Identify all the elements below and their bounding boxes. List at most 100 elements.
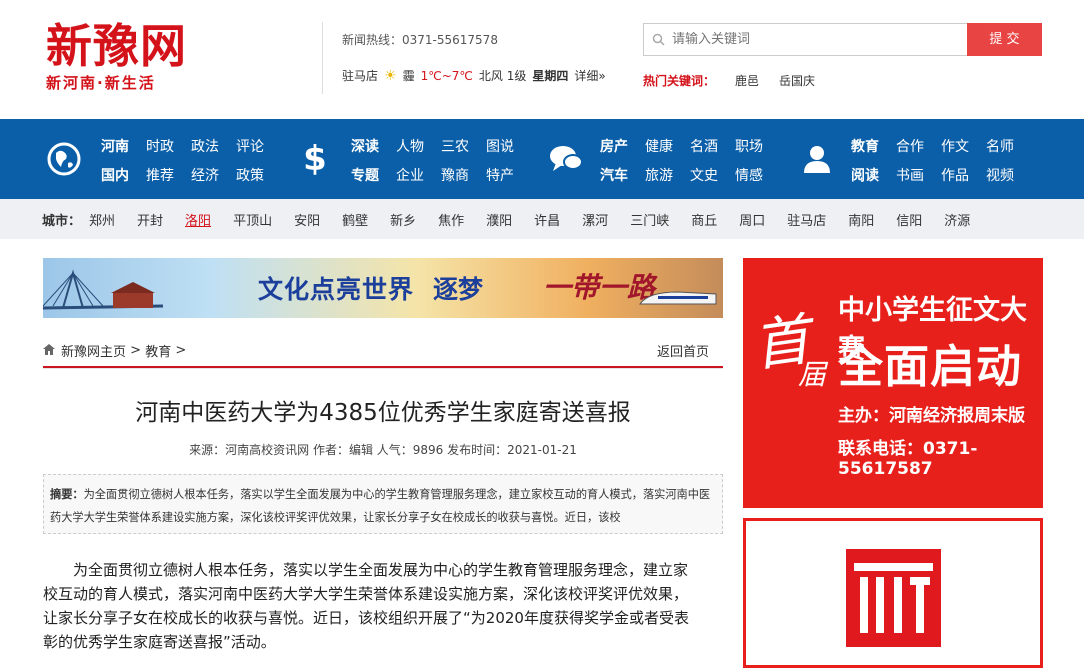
banner-text-primary: 文化点亮世界 (258, 275, 415, 304)
nav-link[interactable]: 企业 (396, 165, 441, 185)
breadcrumb: 新豫网主页 > 教育 > 返回首页 (43, 341, 723, 360)
nav-link[interactable]: 三农 (441, 136, 486, 156)
city-link[interactable]: 漯河 (582, 210, 608, 229)
city-link-active[interactable]: 洛阳 (185, 210, 211, 229)
city-link[interactable]: 南阳 (848, 210, 874, 229)
breadcrumb-separator: > (126, 343, 146, 358)
city-link[interactable]: 三门峡 (630, 210, 669, 229)
news-hotline: 新闻热线：0371-55617578 (342, 33, 498, 47)
nav-link[interactable]: 评论 (236, 136, 281, 156)
breadcrumb-home-link[interactable]: 新豫网主页 (61, 341, 126, 360)
ad-headline: 全面启动 (838, 340, 1023, 393)
city-link[interactable]: 安阳 (294, 210, 320, 229)
city-link[interactable]: 新乡 (390, 210, 416, 229)
nav-link[interactable]: 名师 (986, 136, 1031, 156)
ad-logo-graphic (846, 549, 941, 647)
nav-link[interactable]: 时政 (146, 136, 191, 156)
nav-link[interactable]: 深读 (351, 136, 396, 156)
train-graphic (639, 291, 717, 305)
home-icon (43, 343, 55, 358)
city-link[interactable]: 许昌 (534, 210, 560, 229)
nav-link[interactable]: 旅游 (645, 165, 690, 185)
search-icon (652, 33, 666, 47)
logo-main-text: 新豫网 (46, 19, 187, 73)
city-bar-label: 城市： (42, 213, 82, 229)
nav-link[interactable]: 河南 (101, 136, 146, 156)
back-home-link[interactable]: 返回首页 (657, 341, 709, 360)
city-link[interactable]: 鹤壁 (342, 210, 368, 229)
search-input[interactable] (672, 32, 952, 47)
city-link[interactable]: 济源 (944, 210, 970, 229)
hot-keyword-link[interactable]: 岳国庆 (779, 72, 815, 89)
summary-label: 摘要： (50, 488, 84, 501)
nav-link[interactable]: 豫商 (441, 165, 486, 185)
nav-group-life: 房产 健康 名酒 职场 汽车 旅游 文史 情感 (548, 119, 778, 199)
city-link[interactable]: 平顶山 (233, 210, 272, 229)
site-header: 新豫网 新河南·新生活 新闻热线：0371-55617578 驻马店 ☀ 霾 1… (0, 0, 1084, 119)
summary-text: 为全面贯彻立德树人根本任务，落实以学生全面发展为中心的学生教育管理服务理念，建立… (50, 488, 711, 524)
essay-contest-ad[interactable]: 首 届 中小学生征文大赛 全面启动 主办：河南经济报周末版 联系电话：0371-… (743, 258, 1043, 508)
breadcrumb-section-link[interactable]: 教育 (145, 341, 171, 360)
weather-city: 驻马店 (342, 69, 379, 83)
nav-group-education: 教育 合作 作文 名师 阅读 书画 作品 视频 (799, 119, 1039, 199)
nav-link[interactable]: 名酒 (690, 136, 735, 156)
nav-link[interactable]: 教育 (851, 136, 896, 156)
nav-link[interactable]: 特产 (486, 165, 531, 185)
nav-link[interactable]: 专题 (351, 165, 396, 185)
secondary-ad[interactable] (743, 518, 1043, 668)
breadcrumb-separator: > (171, 343, 187, 358)
header-divider (322, 22, 323, 94)
city-bar: 城市： 郑州 开封 洛阳 平顶山 安阳 鹤壁 新乡 焦作 濮阳 许昌 漯河 三门… (0, 199, 1084, 239)
nav-link[interactable]: 汽车 (600, 165, 645, 185)
nav-link[interactable]: 合作 (896, 136, 941, 156)
nav-link[interactable]: 经济 (191, 165, 236, 185)
nav-link[interactable]: 作品 (941, 165, 986, 185)
nav-link[interactable]: 政策 (236, 165, 281, 185)
nav-link[interactable]: 图说 (486, 136, 531, 156)
city-link[interactable]: 郑州 (89, 210, 115, 229)
hot-keywords: 热门关键词： 鹿邑 岳国庆 (643, 72, 815, 89)
nav-link[interactable]: 情感 (735, 165, 780, 185)
site-logo[interactable]: 新豫网 新河南·新生活 (46, 18, 226, 93)
weather-condition: 霾 (402, 69, 415, 83)
nav-link[interactable]: 政法 (191, 136, 236, 156)
nav-link[interactable]: 国内 (101, 165, 146, 185)
article-summary: 摘要：为全面贯彻立德树人根本任务，落实以学生全面发展为中心的学生教育管理服务理念… (43, 474, 723, 534)
article-title: 河南中医药大学为4385位优秀学生家庭寄送喜报 (135, 400, 631, 426)
hot-keyword-link[interactable]: 鹿邑 (735, 72, 759, 89)
search-submit-button[interactable]: 提 交 (967, 23, 1042, 56)
nav-link[interactable]: 推荐 (146, 165, 191, 185)
nav-link[interactable]: 书画 (896, 165, 941, 185)
ad-calligraphy-secondary: 届 (798, 358, 827, 391)
weather-temperature: 1℃~7℃ (420, 68, 473, 83)
search-box (643, 23, 968, 56)
nav-link[interactable]: 视频 (986, 165, 1031, 185)
ad-host: 主办：河南经济报周末版 (838, 406, 1025, 426)
city-link[interactable]: 信阳 (896, 210, 922, 229)
weather-widget: 驻马店 ☀ 霾 1℃~7℃ 北风 1级 星期四 详细» (342, 67, 606, 84)
bridge-graphic (43, 269, 163, 310)
nav-group-depth: $ 深读 人物 三农 图说 专题 企业 豫商 特产 (297, 119, 527, 199)
weather-icon: ☀ (384, 67, 397, 84)
dollar-icon: $ (303, 139, 327, 179)
city-link[interactable]: 开封 (137, 210, 163, 229)
city-link[interactable]: 驻马店 (787, 210, 826, 229)
user-icon (799, 141, 835, 177)
city-link[interactable]: 焦作 (438, 210, 464, 229)
weather-wind: 北风 1级 (478, 69, 527, 83)
article-body: 为全面贯彻立德树人根本任务，落实以学生全面发展为中心的学生教育管理服务理念，建立… (43, 561, 689, 651)
nav-link[interactable]: 人物 (396, 136, 441, 156)
nav-link[interactable]: 职场 (735, 136, 780, 156)
nav-link[interactable]: 房产 (600, 136, 645, 156)
nav-link[interactable]: 健康 (645, 136, 690, 156)
nav-link[interactable]: 阅读 (851, 165, 896, 185)
banner-text-secondary: 逐梦 (433, 275, 484, 304)
nav-link[interactable]: 文史 (690, 165, 735, 185)
weather-more-link[interactable]: 详细» (574, 67, 605, 84)
banner-ad[interactable]: 文化点亮世界 逐梦 一带一路 (43, 258, 723, 318)
city-link[interactable]: 濮阳 (486, 210, 512, 229)
city-link[interactable]: 商丘 (691, 210, 717, 229)
city-link[interactable]: 周口 (739, 210, 765, 229)
nav-link[interactable]: 作文 (941, 136, 986, 156)
breadcrumb-divider-light (43, 368, 723, 369)
